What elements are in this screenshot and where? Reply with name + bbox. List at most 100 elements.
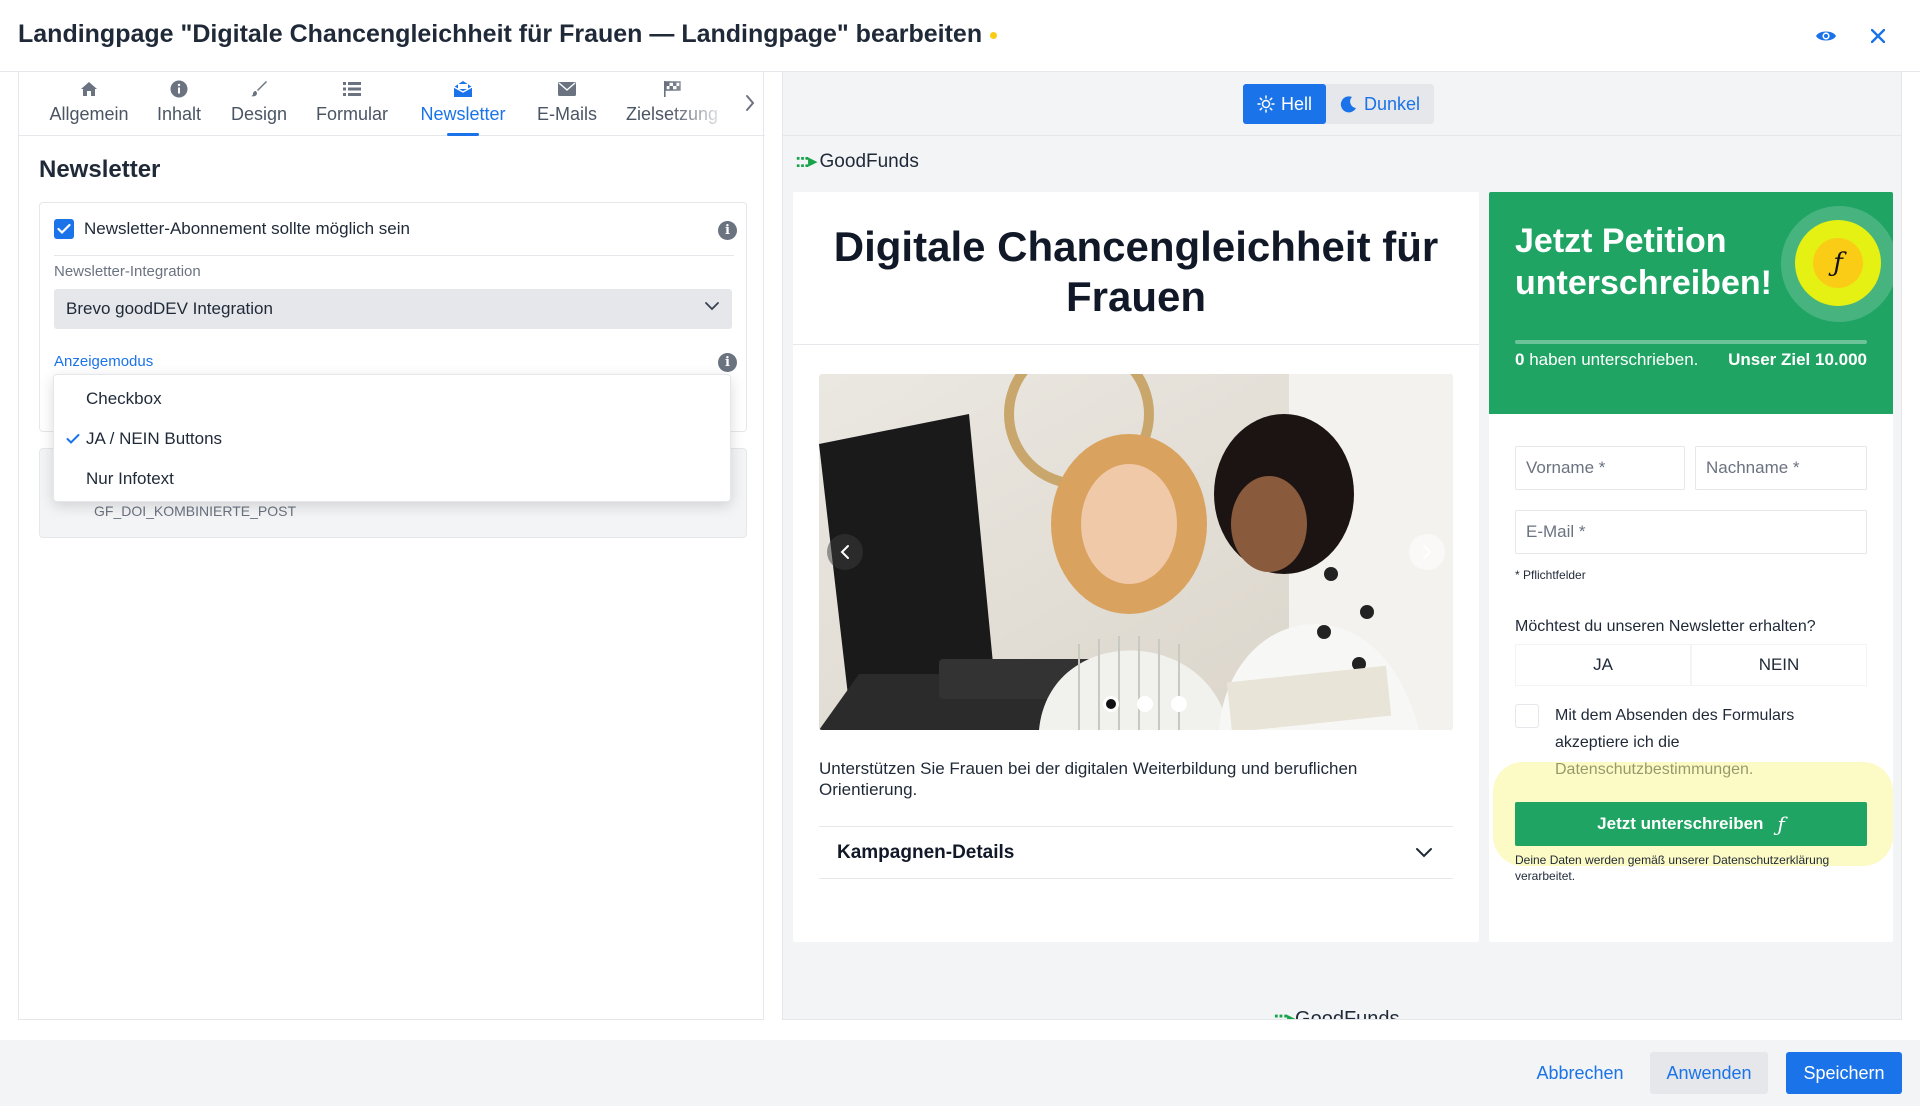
goodfunds-logo-mark: :::▸ [1273,1008,1297,1020]
tab-bar: Allgemein Inhalt Design Formular Newslet… [19,72,765,136]
email-field[interactable]: E-Mail * [1515,510,1867,554]
logo-text: GoodFunds [819,150,919,172]
theme-light-button[interactable]: Hell [1243,84,1327,124]
divider [819,878,1453,879]
integration-select[interactable]: Brevo goodDEV Integration [54,289,732,329]
section-title: Newsletter [39,156,161,183]
privacy-note: Deine Daten werden gemäß unserer Datensc… [1515,853,1830,883]
template-value: GF_DOI_KOMBINIERTE_POST [94,503,297,519]
tab-newsletter[interactable]: Newsletter [411,78,515,136]
subscription-checkbox[interactable] [54,219,74,239]
signature-pen-icon: ƒ [1777,812,1785,836]
home-icon [80,78,98,100]
info-icon[interactable]: i [718,353,737,372]
campaign-details-accordion[interactable]: Kampagnen-Details [837,842,1014,864]
tab-overflow-fade [669,72,729,134]
save-button[interactable]: Speichern [1786,1052,1902,1094]
preview-eye-button[interactable] [1812,22,1840,50]
petition-header: ƒ Jetzt Petition unterschreiben! 0 haben… [1489,192,1893,414]
chevron-down-icon [705,302,719,311]
tab-label: Design [230,104,288,124]
brush-icon [250,78,268,100]
tab-label: Newsletter [420,104,506,124]
tab-scroll-next-button[interactable] [745,94,755,117]
tab-label: Formular [315,104,388,124]
eye-icon [1816,31,1836,41]
tab-design[interactable]: Design [225,78,293,136]
dialog-title-text: Landingpage "Digitale Chancengleichheit … [18,20,983,48]
dialog-header: Landingpage "Digitale Chancengleichheit … [0,0,1920,72]
close-icon [1871,29,1885,43]
tab-emails[interactable]: E-Mails [527,78,607,136]
slider-dot[interactable] [1103,696,1119,712]
settings-panel: Allgemein Inhalt Design Formular Newslet… [18,72,765,1020]
divider [54,255,734,256]
newsletter-question: Möchtest du unseren Newsletter erhalten? [1515,618,1816,635]
preview-panel: Hell Dunkel :::▸ GoodFunds Digitale Chan… [782,72,1902,1020]
campaign-description: Unterstützen Sie Frauen bei der digitale… [819,759,1358,799]
footer-goodfunds-logo: :::▸GoodFunds [1273,1006,1400,1020]
slider-prev-button[interactable] [827,534,863,570]
theme-dark-button[interactable]: Dunkel [1326,84,1434,124]
dropdown-option-ja-nein[interactable]: JA / NEIN Buttons [86,429,222,449]
chevron-right-icon [746,95,755,111]
petition-title: Jetzt Petition unterschreiben! [1515,222,1772,302]
cancel-button[interactable]: Abbrechen [1520,1052,1640,1094]
slider-dot[interactable] [1137,696,1153,712]
lastname-field[interactable]: Nachname * [1695,446,1867,490]
theme-light-label: Hell [1281,93,1313,114]
newsletter-no-button[interactable]: NEIN [1691,644,1867,686]
dropdown-option-infotext[interactable]: Nur Infotext [86,469,174,489]
signature-badge: ƒ [1795,220,1881,306]
apply-button[interactable]: Anwenden [1650,1052,1768,1094]
theme-toggle: Hell Dunkel [1243,84,1435,124]
sun-icon [1257,95,1275,113]
dialog-footer: Abbrechen Anwenden Speichern [0,1040,1920,1106]
theme-dark-label: Dunkel [1364,93,1421,114]
active-tab-indicator [447,133,479,136]
integration-label: Newsletter-Integration [54,263,201,280]
newsletter-yes-button[interactable]: JA [1515,644,1691,686]
display-mode-label: Anzeigemodus [54,353,154,370]
campaign-content-card: Digitale Chancengleichheit für Frauen Un… [793,192,1479,942]
tab-allgemein[interactable]: Allgemein [47,78,131,136]
close-button[interactable] [1864,22,1892,50]
unsaved-indicator-dot [990,31,998,39]
divider [793,344,1479,345]
goodfunds-logo: :::▸ GoodFunds [795,150,919,173]
envelope-icon [558,78,576,100]
tab-label: Allgemein [49,104,129,124]
dropdown-option-checkbox[interactable]: Checkbox [86,389,162,409]
display-mode-dropdown: Checkbox JA / NEIN Buttons Nur Infotext [53,374,731,502]
dialog-title: Landingpage "Digitale Chancengleichheit … [18,20,998,49]
footer-logo-text: GoodFunds [1295,1008,1400,1020]
consent-checkbox[interactable] [1515,704,1539,728]
list-icon [343,78,361,100]
signature-count-number: 0 [1515,350,1525,369]
chevron-right-icon [1423,545,1432,559]
chevron-down-icon[interactable] [1415,847,1433,859]
subscription-label: Newsletter-Abonnement sollte möglich sei… [84,219,410,238]
moon-icon [1340,96,1357,113]
info-icon[interactable]: i [718,221,737,240]
signature-pen-icon: ƒ [1813,238,1863,288]
hero-image-slider [819,374,1453,730]
divider [783,135,1901,136]
slider-dot[interactable] [1171,696,1187,712]
divider [819,826,1453,827]
firstname-field[interactable]: Vorname * [1515,446,1685,490]
tab-formular[interactable]: Formular [309,78,395,136]
signature-count: 0 haben unterschrieben. [1515,350,1698,370]
signature-goal: Unser Ziel 10.000 [1728,350,1867,369]
sign-petition-button[interactable]: Jetzt unterschreiben ƒ [1515,802,1867,846]
slider-next-button[interactable] [1409,534,1445,570]
required-fields-note: * Pflichtfelder [1515,568,1586,582]
tab-label: E-Mails [536,104,597,124]
checkmark-icon [57,223,71,235]
petition-form-card: ƒ Jetzt Petition unterschreiben! 0 haben… [1489,192,1893,942]
chevron-left-icon [840,545,849,559]
tab-inhalt[interactable]: Inhalt [149,78,209,136]
sign-petition-label: Jetzt unterschreiben [1597,814,1764,833]
subscription-checkbox-row[interactable]: Newsletter-Abonnement sollte möglich sei… [54,219,410,239]
envelope-open-icon [453,78,473,100]
